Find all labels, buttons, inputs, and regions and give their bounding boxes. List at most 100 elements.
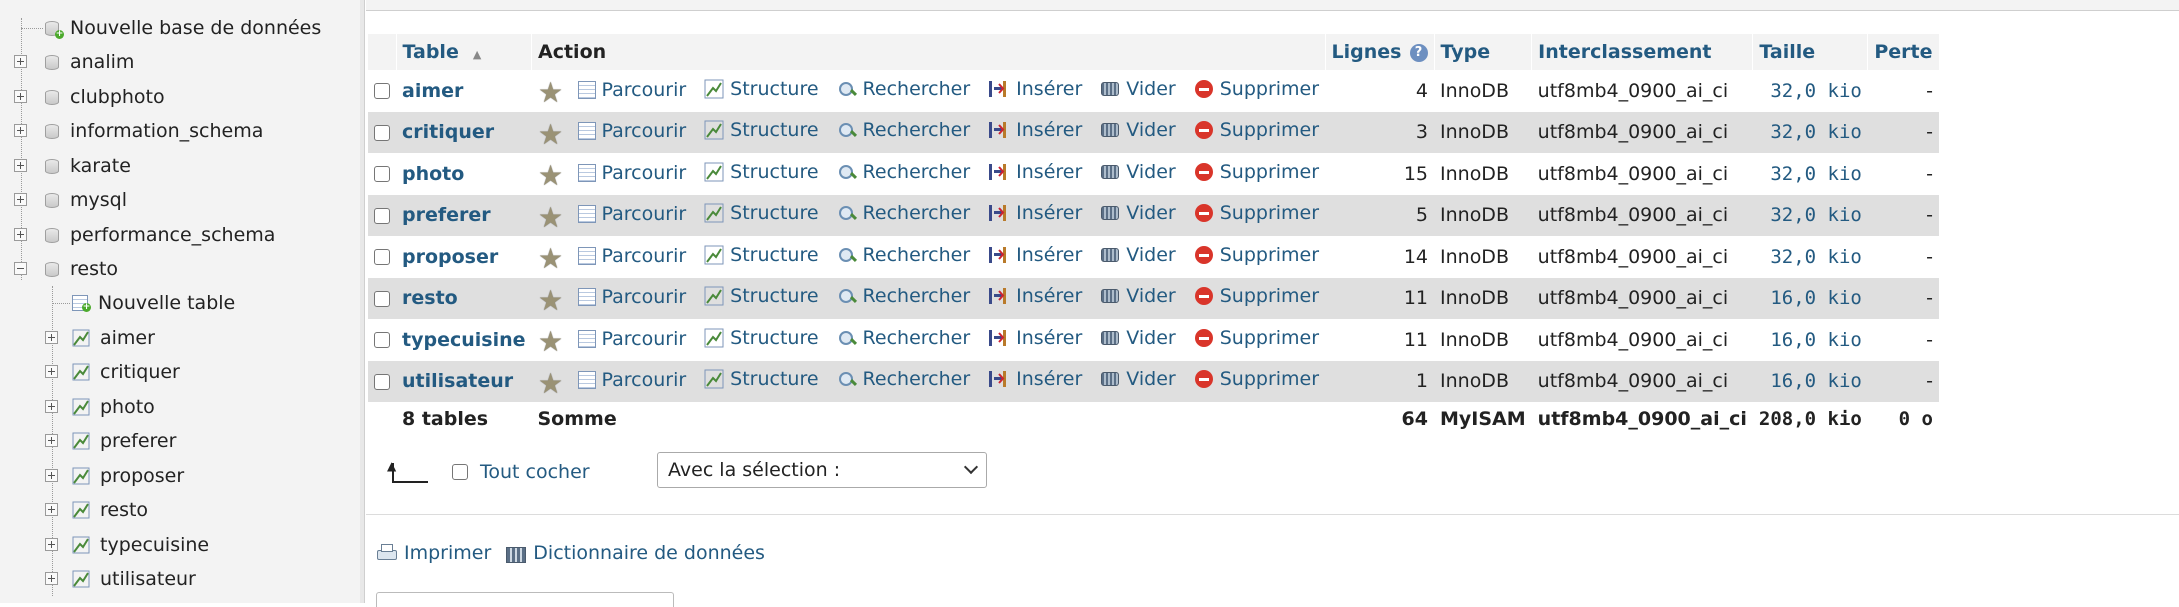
expand-icon[interactable]: [45, 538, 58, 551]
row-checkbox[interactable]: [374, 290, 390, 307]
type-header[interactable]: Type: [1434, 34, 1533, 70]
search-action[interactable]: Rechercher: [837, 244, 970, 266]
row-checkbox[interactable]: [374, 249, 390, 266]
check-all-label[interactable]: Tout cocher: [480, 461, 590, 483]
sidebar-db-information-schema[interactable]: information_schema: [44, 114, 263, 148]
empty-action[interactable]: Vider: [1100, 161, 1176, 183]
help-icon[interactable]: ?: [1409, 43, 1428, 62]
new-database-item[interactable]: + Nouvelle base de données: [44, 11, 321, 45]
drop-action[interactable]: Supprimer: [1194, 327, 1319, 349]
star-icon[interactable]: ★: [538, 203, 564, 231]
search-action[interactable]: Rechercher: [837, 368, 970, 390]
drop-action[interactable]: Supprimer: [1194, 244, 1319, 266]
table-name-link[interactable]: typecuisine: [402, 329, 526, 351]
browse-action[interactable]: Parcourir: [577, 286, 686, 308]
expand-icon[interactable]: [14, 124, 27, 137]
browse-action[interactable]: Parcourir: [577, 328, 686, 350]
search-action[interactable]: Rechercher: [837, 78, 970, 100]
sidebar-table-proposer[interactable]: proposer: [72, 459, 184, 493]
sort-by-type-link[interactable]: Type: [1441, 41, 1491, 63]
browse-action[interactable]: Parcourir: [577, 245, 686, 267]
insert-action[interactable]: Insérer: [988, 244, 1082, 266]
sidebar-db-resto[interactable]: resto: [44, 252, 118, 286]
expand-icon[interactable]: [45, 434, 58, 447]
row-checkbox[interactable]: [374, 124, 390, 141]
search-action[interactable]: Rechercher: [837, 119, 970, 141]
expand-icon[interactable]: [14, 159, 27, 172]
row-checkbox[interactable]: [374, 332, 390, 349]
browse-action[interactable]: Parcourir: [577, 369, 686, 391]
empty-action[interactable]: Vider: [1100, 78, 1176, 100]
table-name-link[interactable]: resto: [402, 287, 458, 309]
row-checkbox[interactable]: [374, 166, 390, 183]
insert-action[interactable]: Insérer: [988, 202, 1082, 224]
search-action[interactable]: Rechercher: [837, 327, 970, 349]
expand-icon[interactable]: [45, 331, 58, 344]
structure-action[interactable]: Structure: [704, 244, 819, 266]
table-name-link[interactable]: critiquer: [402, 121, 494, 143]
structure-action[interactable]: Structure: [704, 161, 819, 183]
drop-action[interactable]: Supprimer: [1194, 285, 1319, 307]
expand-icon[interactable]: [45, 365, 58, 378]
insert-action[interactable]: Insérer: [988, 161, 1082, 183]
sidebar-table-aimer[interactable]: aimer: [72, 321, 155, 355]
sort-by-table-link[interactable]: Table: [403, 41, 459, 63]
sort-by-overhead-link[interactable]: Perte: [1874, 41, 1932, 63]
expand-icon[interactable]: [45, 469, 58, 482]
insert-action[interactable]: Insérer: [988, 78, 1082, 100]
sidebar-db-analim[interactable]: analim: [44, 45, 134, 79]
star-icon[interactable]: ★: [538, 369, 564, 397]
browse-action[interactable]: Parcourir: [577, 120, 686, 142]
search-action[interactable]: Rechercher: [837, 161, 970, 183]
sidebar-db-mysql[interactable]: mysql: [44, 183, 127, 217]
sidebar-table-utilisateur[interactable]: utilisateur: [72, 562, 196, 596]
data-dictionary-link[interactable]: Dictionnaire de données: [533, 542, 765, 564]
drop-action[interactable]: Supprimer: [1194, 78, 1319, 100]
sidebar-db-karate[interactable]: karate: [44, 149, 131, 183]
star-icon[interactable]: ★: [538, 245, 564, 273]
size-cell[interactable]: 32,0 kio: [1752, 194, 1868, 236]
size-cell[interactable]: 16,0 kio: [1752, 360, 1868, 402]
star-icon[interactable]: ★: [538, 162, 564, 190]
row-checkbox[interactable]: [374, 83, 390, 100]
structure-action[interactable]: Structure: [704, 78, 819, 100]
star-icon[interactable]: ★: [538, 79, 564, 107]
drop-action[interactable]: Supprimer: [1194, 119, 1319, 141]
size-cell[interactable]: 32,0 kio: [1752, 111, 1868, 153]
expand-icon[interactable]: [45, 503, 58, 516]
structure-action[interactable]: Structure: [704, 202, 819, 224]
browse-action[interactable]: Parcourir: [577, 79, 686, 101]
empty-action[interactable]: Vider: [1100, 244, 1176, 266]
star-icon[interactable]: ★: [538, 328, 564, 356]
check-all-checkbox[interactable]: [452, 464, 468, 480]
sidebar-table-typecuisine[interactable]: typecuisine: [72, 528, 209, 562]
collation-header[interactable]: Interclassement: [1531, 34, 1754, 70]
expand-icon[interactable]: [45, 400, 58, 413]
empty-action[interactable]: Vider: [1100, 202, 1176, 224]
empty-action[interactable]: Vider: [1100, 285, 1176, 307]
structure-action[interactable]: Structure: [704, 368, 819, 390]
new-table-item[interactable]: + Nouvelle table: [72, 286, 235, 320]
size-cell[interactable]: 32,0 kio: [1752, 70, 1868, 112]
table-name-link[interactable]: aimer: [402, 80, 463, 102]
size-cell[interactable]: 16,0 kio: [1752, 277, 1868, 319]
sidebar-resize-handle[interactable]: [360, 0, 365, 603]
expand-icon[interactable]: [14, 228, 27, 241]
sidebar-db-performance-schema[interactable]: performance_schema: [44, 218, 275, 252]
structure-action[interactable]: Structure: [704, 119, 819, 141]
sort-by-collation-link[interactable]: Interclassement: [1538, 41, 1711, 63]
star-icon[interactable]: ★: [538, 286, 564, 314]
expand-icon[interactable]: [14, 193, 27, 206]
sidebar-db-clubphoto[interactable]: clubphoto: [44, 80, 165, 114]
structure-action[interactable]: Structure: [704, 285, 819, 307]
search-action[interactable]: Rechercher: [837, 202, 970, 224]
sidebar-table-preferer[interactable]: preferer: [72, 424, 176, 458]
table-name-link[interactable]: photo: [402, 163, 464, 185]
table-name-link[interactable]: proposer: [402, 246, 498, 268]
insert-action[interactable]: Insérer: [988, 119, 1082, 141]
with-selected-dropdown[interactable]: Avec la sélection :: [657, 452, 987, 488]
drop-action[interactable]: Supprimer: [1194, 161, 1319, 183]
size-cell[interactable]: 32,0 kio: [1752, 153, 1868, 195]
structure-action[interactable]: Structure: [704, 327, 819, 349]
search-action[interactable]: Rechercher: [837, 285, 970, 307]
